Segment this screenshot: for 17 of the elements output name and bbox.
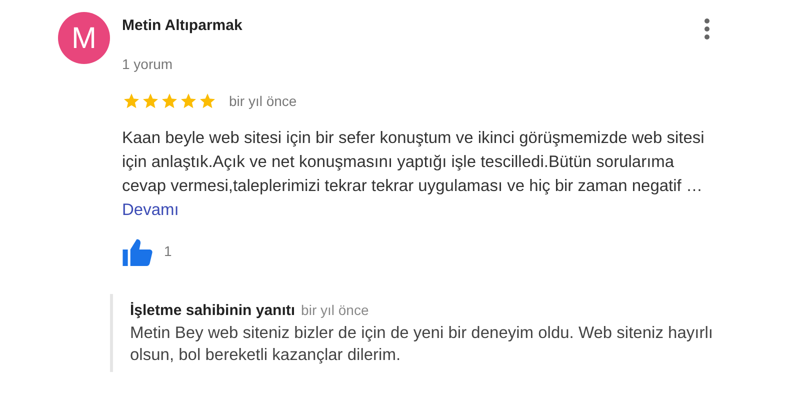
more-options-icon[interactable] bbox=[703, 18, 711, 40]
review-count: 1 yorum bbox=[122, 54, 173, 74]
thumbs-up-icon[interactable] bbox=[122, 238, 154, 266]
avatar: M bbox=[58, 12, 110, 64]
star-icon bbox=[141, 92, 160, 110]
author-name: Metin Altıparmak bbox=[122, 16, 242, 36]
star-icon bbox=[122, 92, 141, 110]
star-icon bbox=[198, 92, 217, 110]
review-time: bir yıl önce bbox=[229, 92, 297, 111]
more-link[interactable]: Devamı bbox=[122, 200, 179, 218]
like-count: 1 bbox=[164, 242, 172, 261]
reply-title: İşletme sahibinin yanıtı bbox=[130, 300, 296, 320]
review-text: Kaan beyle web sitesi için bir sefer konuştum ve ikinci görüşmemizde web sitesi için anlaştık.Açık ve net konuşmasını yaptığı işle tescilledi.Bütün sorularıma cevap vermesi,taleplerimizi tekrar tekrar uygulaması ve hiç bir zaman negatif … Devamı bbox=[122, 128, 706, 220]
star-icon bbox=[179, 92, 198, 110]
reply-text: Metin Bey web siteniz bizler de için de yeni bir deneyim oldu. Web siteniz hayırlı olsun, bol bereketli kazançlar dilerim. bbox=[130, 323, 714, 366]
reply-time: bir yıl önce bbox=[301, 300, 369, 320]
star-icon bbox=[160, 92, 179, 110]
